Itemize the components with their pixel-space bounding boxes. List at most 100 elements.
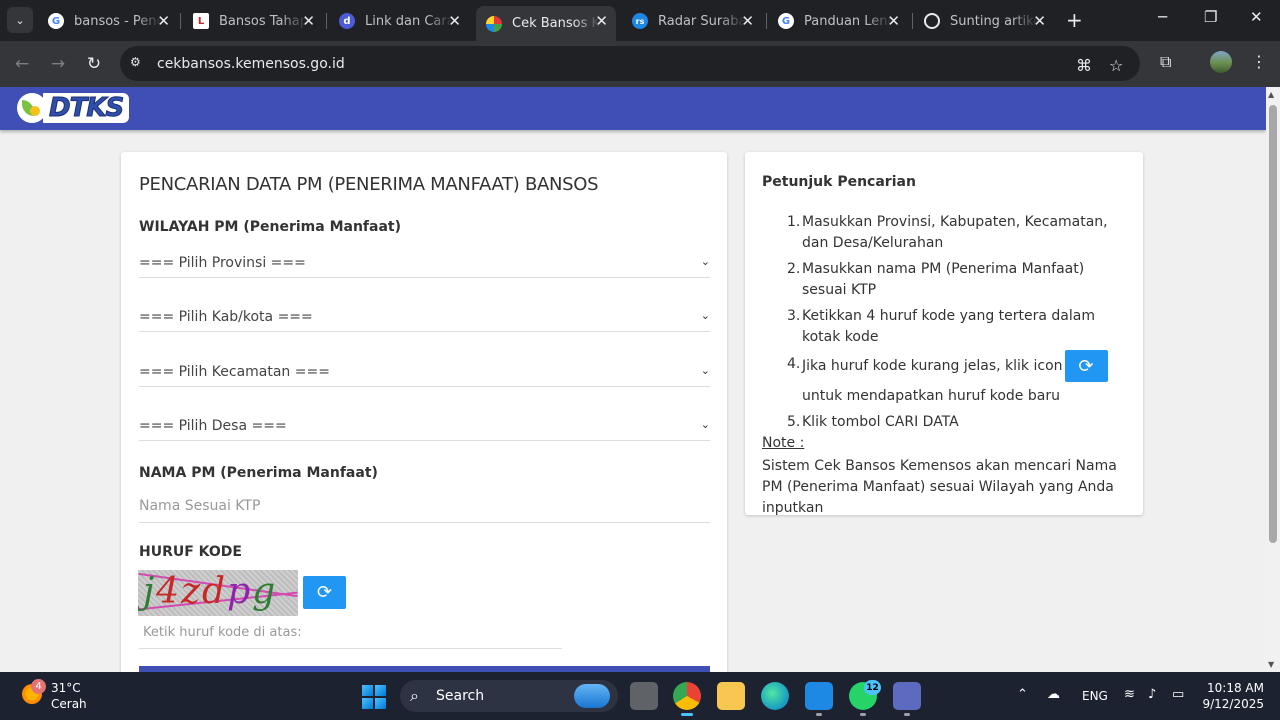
chatgpt-icon [924, 13, 940, 29]
tab-title: Sunting artike [950, 13, 1038, 29]
nama-label: NAMA PM (Penerima Manfaat) [139, 465, 378, 481]
step-text: untuk mendapatkan huruf kode baru [802, 388, 1060, 404]
tab-panduan-lengkap[interactable]: G Panduan Leng ✕ [768, 6, 908, 36]
wifi-icon[interactable]: ≋ [1124, 687, 1135, 702]
restore-icon[interactable]: ❐ [1204, 8, 1217, 26]
close-icon[interactable]: ✕ [448, 12, 461, 30]
close-icon[interactable]: ✕ [595, 12, 608, 30]
wilayah-label: WILAYAH PM (Penerima Manfaat) [139, 219, 402, 235]
chevron-down-icon: ⌄ [15, 13, 25, 27]
language-indicator[interactable]: ENG [1082, 689, 1108, 703]
profile-avatar[interactable] [1210, 51, 1232, 73]
active-indicator [681, 713, 693, 716]
start-windows-icon[interactable] [362, 685, 386, 709]
captcha-char: p [227, 571, 253, 612]
chevron-down-icon: ⌄ [700, 418, 710, 431]
provinsi-value: === Pilih Provinsi === [139, 254, 306, 271]
tab-bansos-penerima[interactable]: G bansos - Pene ✕ [38, 6, 178, 36]
close-icon[interactable]: ✕ [157, 12, 170, 30]
captcha-image: j4zdpg [138, 570, 298, 616]
refresh-icon: ⟳ [1078, 355, 1094, 377]
site-header: DTKS [0, 87, 1266, 130]
translate-icon[interactable]: ⌘ [1076, 56, 1092, 75]
step-text: Jika huruf kode kurang jelas, klik icon [802, 358, 1063, 374]
calculator-icon[interactable] [893, 682, 921, 716]
task-view-icon[interactable] [630, 682, 658, 710]
system-clock[interactable]: 10:18 AM 9/12/2025 [1200, 680, 1264, 712]
address-bar[interactable]: ⚙ cekbansos.kemensos.go.id ⌘ ☆ [120, 46, 1140, 81]
tab-search-button[interactable]: ⌄ [7, 7, 33, 33]
edge-icon[interactable] [761, 682, 789, 710]
provinsi-select[interactable]: === Pilih Provinsi === ⌄ [139, 248, 710, 278]
kode-placeholder: Ketik huruf kode di atas: [143, 625, 302, 640]
scrollbar-thumb[interactable] [1269, 105, 1277, 543]
search-label: Search [436, 688, 485, 704]
page-scrollbar[interactable]: ▲ ▼ [1266, 87, 1280, 672]
tab-title: Panduan Leng [804, 13, 892, 29]
dtks-logo[interactable]: DTKS [17, 92, 130, 124]
tab-title: Link dan Cara [365, 13, 453, 29]
help-step: 3. Ketikkan 4 huruf kode yang tertera dal… [787, 308, 1095, 345]
captcha-text: j4zdpg [143, 571, 277, 612]
bookmark-star-icon[interactable]: ☆ [1109, 56, 1123, 75]
kabkota-select[interactable]: === Pilih Kab/kota === ⌄ [139, 302, 710, 332]
rs-icon: rs [632, 13, 648, 29]
captcha-char: g [252, 571, 278, 612]
kode-input[interactable]: Ketik huruf kode di atas: [139, 617, 562, 649]
weather-condition: Cerah [51, 697, 87, 711]
notepad-icon[interactable] [805, 682, 833, 716]
close-icon[interactable]: ✕ [741, 12, 754, 30]
note-text: Sistem Cek Bansos Kemensos akan mencari … [762, 458, 1117, 516]
forward-button[interactable]: → [45, 51, 71, 77]
close-window-icon[interactable]: ✕ [1250, 8, 1263, 26]
chrome-icon[interactable] [673, 682, 701, 716]
tab-title: Radar Surabay [658, 13, 746, 29]
step-text: Masukkan nama PM (Penerima Manfaat) sesu… [802, 261, 1085, 298]
tab-radar-surabaya[interactable]: rs Radar Surabay ✕ [622, 6, 762, 36]
tab-sunting-artikel[interactable]: Sunting artike ✕ [914, 6, 1054, 36]
tab-separator [326, 13, 327, 29]
tab-cek-bansos[interactable]: Cek Bansos Ke ✕ [476, 6, 616, 41]
tab-bansos-tahap[interactable]: L Bansos Tahap ✕ [183, 6, 323, 36]
search-highlight-icon [574, 684, 610, 708]
back-button[interactable]: ← [9, 51, 35, 77]
battery-icon[interactable]: ▭ [1172, 687, 1184, 702]
reload-button[interactable]: ↻ [81, 51, 107, 77]
help-steps: 1. Masukkan Provinsi, Kabupaten, Kecamata… [787, 212, 1132, 438]
menu-kebab-icon[interactable]: ⋮ [1251, 52, 1267, 71]
close-icon[interactable]: ✕ [887, 12, 900, 30]
extensions-icon[interactable]: ⧉ [1160, 52, 1171, 72]
kecamatan-select[interactable]: === Pilih Kecamatan === ⌄ [139, 357, 710, 387]
tab-separator [912, 13, 913, 29]
onedrive-cloud-icon[interactable]: ☁ [1047, 687, 1060, 702]
huruf-kode-label: HURUF KODE [139, 544, 242, 560]
nama-input[interactable]: Nama Sesuai KTP [139, 489, 710, 523]
minimize-icon[interactable]: ─ [1158, 8, 1167, 26]
site-info-icon[interactable]: ⚙ [130, 55, 147, 72]
tab-title: Bansos Tahap [219, 13, 307, 29]
chevron-up-icon[interactable]: ⌃ [1017, 687, 1028, 702]
new-tab-button[interactable]: + [1066, 8, 1083, 32]
desa-select[interactable]: === Pilih Desa === ⌄ [139, 411, 710, 441]
browser-tabstrip: ⌄ G bansos - Pene ✕ L Bansos Tahap ✕ d L… [0, 0, 1280, 41]
close-icon[interactable]: ✕ [302, 12, 315, 30]
step-text: Ketikkan 4 huruf kode yang tertera dalam… [802, 308, 1095, 345]
chevron-down-icon: ⌄ [700, 255, 710, 268]
tab-link-dan-cara[interactable]: d Link dan Cara ✕ [329, 6, 469, 36]
taskbar-search[interactable]: ⌕ Search [400, 680, 618, 712]
help-step: 2. Masukkan nama PM (Penerima Manfaat) se… [787, 261, 1085, 298]
help-card: Petunjuk Pencarian 1. Masukkan Provinsi, … [745, 152, 1143, 516]
close-icon[interactable]: ✕ [1033, 12, 1046, 30]
scroll-up-icon[interactable]: ▲ [1268, 90, 1274, 99]
d-icon: d [339, 13, 355, 29]
desa-value: === Pilih Desa === [139, 417, 287, 434]
chevron-down-icon: ⌄ [700, 364, 710, 377]
file-explorer-icon[interactable] [717, 682, 745, 710]
chevron-down-icon: ⌄ [700, 309, 710, 322]
refresh-captcha-button[interactable]: ⟳ [303, 576, 346, 609]
running-indicator [860, 713, 866, 716]
volume-icon[interactable]: ♪ [1148, 687, 1156, 702]
tab-separator [180, 13, 181, 29]
step-text: Klik tombol CARI DATA [802, 414, 959, 430]
scroll-down-icon[interactable]: ▼ [1268, 660, 1274, 669]
